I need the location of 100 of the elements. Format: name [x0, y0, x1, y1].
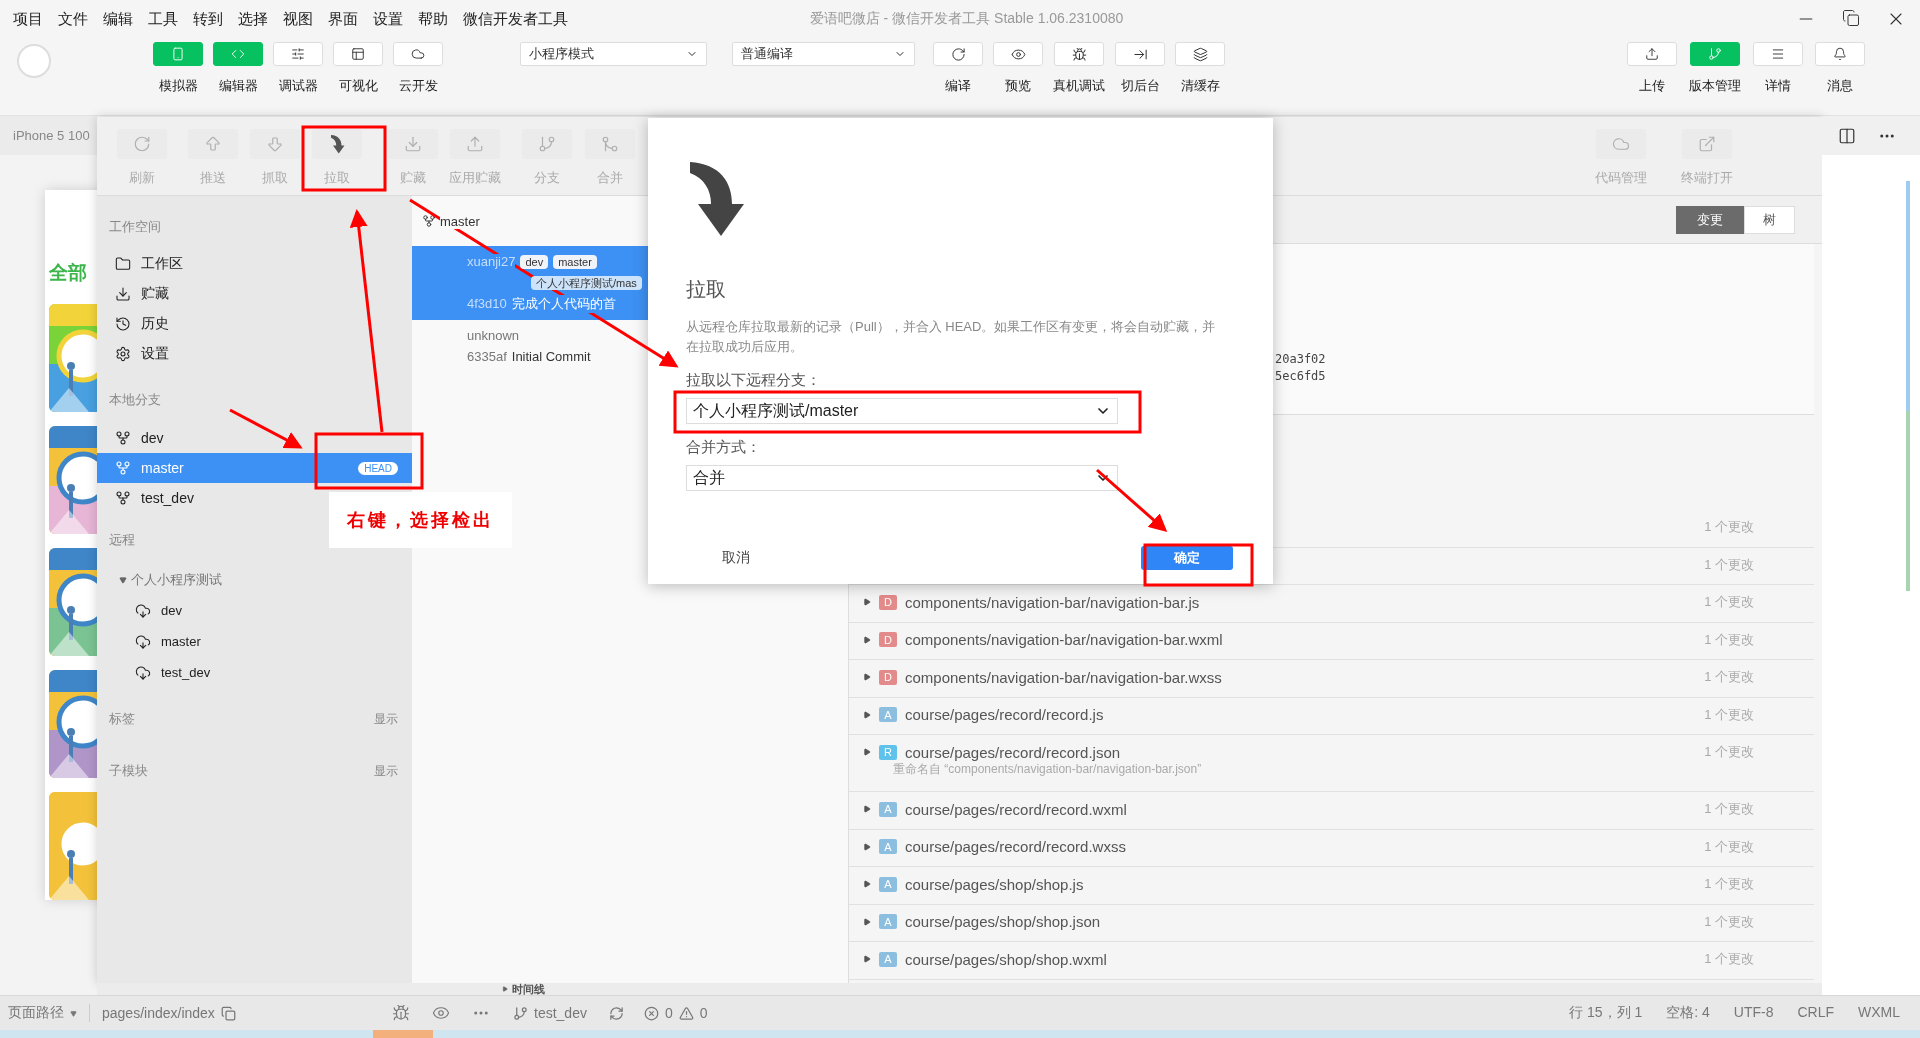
- menu-item[interactable]: 选择: [238, 9, 268, 29]
- encoding[interactable]: UTF-8: [1733, 1004, 1774, 1022]
- remote-branch-item[interactable]: master: [97, 626, 412, 657]
- change-count: 1 个更改: [1704, 630, 1754, 649]
- expander-icon[interactable]: [863, 748, 871, 756]
- menu-item[interactable]: 设置: [373, 9, 403, 29]
- sidebar-item[interactable]: 贮藏: [97, 279, 412, 309]
- expander-icon[interactable]: [863, 635, 871, 644]
- branch-icon[interactable]: [513, 1005, 528, 1021]
- file-row[interactable]: A course/pages/record/record.js 1 个更改: [849, 697, 1814, 735]
- current-branch[interactable]: test_dev: [534, 1005, 587, 1021]
- line-ending[interactable]: CRLF: [1797, 1004, 1834, 1022]
- view-tab[interactable]: 树: [1744, 205, 1795, 234]
- language-mode[interactable]: WXML: [1858, 1004, 1900, 1022]
- toolbar-label: 切后台: [1120, 77, 1160, 95]
- error-icon[interactable]: [643, 1005, 659, 1021]
- menu-item[interactable]: 转到: [193, 9, 223, 29]
- caret-icon[interactable]: [70, 1009, 77, 1017]
- warning-icon[interactable]: [678, 1005, 694, 1021]
- indent-setting[interactable]: 空格: 4: [1666, 1004, 1710, 1022]
- menu-item[interactable]: 帮助: [418, 9, 448, 29]
- file-row[interactable]: A course/pages/record/record.wxss 1 个更改: [849, 829, 1814, 867]
- menu-item[interactable]: 项目: [13, 9, 43, 29]
- remote-branch-item[interactable]: test_dev: [97, 657, 412, 688]
- file-row[interactable]: A course/pages/shop/shop.json 1 个更改: [849, 904, 1814, 942]
- cursor-position[interactable]: 行 15，列 1: [1569, 1004, 1643, 1022]
- status-badge: A: [879, 951, 897, 967]
- menu-item[interactable]: 视图: [283, 9, 313, 29]
- bug-icon[interactable]: [392, 1004, 410, 1022]
- page-path-label[interactable]: 页面路径: [8, 1004, 64, 1022]
- expander-icon[interactable]: [863, 598, 871, 606]
- expander-icon[interactable]: [863, 917, 871, 926]
- cloud-icon: [1612, 135, 1630, 153]
- status-badge: A: [879, 839, 897, 854]
- cancel-button[interactable]: 取消: [716, 545, 756, 571]
- timeline-header[interactable]: 时间线: [512, 983, 545, 995]
- mode-select[interactable]: 小程序模式: [520, 42, 707, 66]
- cloud-icon: [411, 47, 425, 61]
- change-count: 1 个更改: [1704, 950, 1754, 968]
- file-row[interactable]: A course/pages/record/record.wxml 1 个更改: [849, 792, 1814, 830]
- branch-icon: [115, 490, 131, 506]
- menu-item[interactable]: 编辑: [103, 9, 133, 29]
- menu-icon: [1771, 47, 1785, 61]
- file-row[interactable]: D components/navigation-bar/navigation-bar.wxss 1 个更改: [849, 660, 1814, 698]
- expander-icon[interactable]: [863, 880, 871, 888]
- expander-icon[interactable]: [502, 986, 508, 992]
- section-title: 远程: [109, 531, 135, 549]
- restore-icon[interactable]: [1842, 9, 1860, 27]
- field-label: 合并方式：: [686, 438, 761, 457]
- status-badge: D: [879, 669, 897, 685]
- change-count: 1 个更改: [1704, 555, 1754, 574]
- rename-note: 重命名自 “components/navigation-bar/navigation-bar.json”: [893, 761, 1203, 778]
- field-label: 拉取以下远程分支：: [686, 371, 821, 390]
- expander-icon[interactable]: [863, 955, 871, 963]
- expander-icon[interactable]: [863, 710, 871, 719]
- file-row[interactable]: D components/navigation-bar/navigation-bar.wxml 1 个更改: [849, 622, 1814, 660]
- sidebar-item[interactable]: 设置: [97, 339, 412, 369]
- view-tab[interactable]: 变更: [1676, 205, 1744, 234]
- sidebar-item[interactable]: 工作区: [97, 249, 412, 279]
- change-count: 1 个更改: [1704, 837, 1754, 856]
- remote-item[interactable]: 个人小程序测试: [97, 565, 412, 595]
- expander-icon[interactable]: [863, 673, 871, 681]
- expander-icon[interactable]: [863, 805, 871, 813]
- menu-item[interactable]: 界面: [328, 9, 358, 29]
- change-count: 1 个更改: [1704, 743, 1754, 761]
- branch-item[interactable]: dev: [97, 423, 412, 453]
- file-row[interactable]: A course/pages/shop/shop.wxml 1 个更改: [849, 942, 1814, 980]
- branch-icon: [538, 135, 556, 153]
- split-editor-icon[interactable]: [1838, 126, 1856, 145]
- history-icon: [115, 316, 131, 332]
- remote-tag: 个人小程序测试/mas: [531, 275, 642, 290]
- menu-item[interactable]: 微信开发者工具: [463, 9, 568, 29]
- upload-icon: [466, 135, 484, 153]
- sidebar-item[interactable]: 历史: [97, 309, 412, 339]
- change-count: 1 个更改: [1704, 668, 1754, 686]
- eye-icon[interactable]: [432, 1004, 450, 1022]
- file-row[interactable]: D components/navigation-bar/navigation-bar.js 1 个更改: [849, 585, 1814, 623]
- toolbar-label: 上传: [1639, 77, 1665, 95]
- file-row[interactable]: A course/pages/shop/shop.js 1 个更改: [849, 867, 1814, 905]
- remote-branch-item[interactable]: dev: [97, 595, 412, 626]
- file-row[interactable]: R course/pages/record/record.json 1 个更改 重命名自 “components/navigation-bar/navigation-bar.json”: [849, 735, 1814, 792]
- external-link-icon: [1698, 135, 1716, 153]
- toolbar-label: 详情: [1765, 77, 1791, 95]
- branch-select[interactable]: 个人小程序测试/master: [686, 398, 1118, 424]
- menu-item[interactable]: 工具: [148, 9, 178, 29]
- file-path: course/pages/record/record.js: [905, 706, 1105, 723]
- status-badge: R: [879, 744, 897, 760]
- status-badge: A: [879, 876, 897, 892]
- merge-select[interactable]: 合并: [686, 465, 1118, 491]
- compile-select[interactable]: 普通编译: [732, 42, 915, 66]
- confirm-button[interactable]: 确定: [1141, 546, 1233, 570]
- menu-item[interactable]: 文件: [58, 9, 88, 29]
- expander-icon[interactable]: [863, 842, 871, 851]
- error-count: 0: [664, 1005, 673, 1021]
- change-count: 1 个更改: [1704, 800, 1754, 818]
- layers-icon: [1192, 46, 1208, 62]
- cloud-icon: [135, 664, 151, 681]
- sync-icon[interactable]: [608, 1005, 624, 1021]
- copy-icon[interactable]: [220, 1005, 236, 1021]
- expander-icon[interactable]: [119, 576, 127, 584]
